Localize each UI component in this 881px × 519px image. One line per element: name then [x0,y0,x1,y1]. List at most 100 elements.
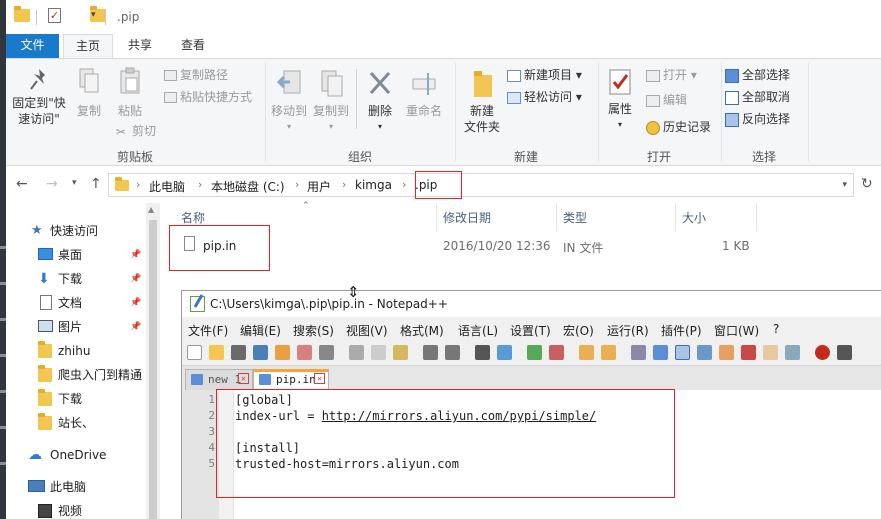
menu-view[interactable]: 视图(V) [346,322,388,339]
find-icon[interactable] [475,345,490,360]
select-all-button[interactable]: 全部选择 [725,66,790,84]
nav-item-webmaster[interactable]: 站长、 [6,411,146,435]
menu-plugins[interactable]: 插件(P) [661,322,702,339]
sync-horizontal-icon[interactable] [601,345,616,360]
code-editor[interactable]: 1 2 3 4 5 [global] index-url = http://mi… [182,390,881,519]
nav-item-documents[interactable]: 文档 📌 [6,291,146,315]
monitoring-icon[interactable] [785,345,800,360]
menu-file[interactable]: 文件(F) [188,322,228,339]
udl-icon[interactable] [697,345,712,360]
indent-guide-icon[interactable] [675,345,690,360]
customize-toolbar-dropdown[interactable]: ▾ [91,10,96,20]
pin-icon[interactable]: 📌 [130,291,141,315]
nav-item-videos[interactable]: 视频 [6,499,146,519]
recent-locations-chevron-icon[interactable]: ▾ [72,178,77,188]
tab-view[interactable]: 查看 [168,34,218,58]
new-file-icon[interactable] [187,345,202,360]
new-item-button[interactable]: 新建项目 ▾ [507,66,582,84]
breadcrumb-kimga[interactable]: kimga [355,178,392,192]
close-tab-icon[interactable]: ✕ [238,373,249,384]
paste-shortcut-button[interactable]: 粘贴快捷方式 [164,88,252,106]
zoom-in-icon[interactable] [527,345,542,360]
tab-home[interactable]: 主页 [63,34,113,58]
tab-file[interactable]: 文件 [6,34,59,58]
menu-search[interactable]: 搜索(S) [293,322,334,339]
breadcrumb-this-pc[interactable]: 此电脑 [149,178,185,195]
close-tab-icon[interactable]: ✕ [314,373,325,384]
save-icon[interactable] [231,345,246,360]
pin-icon[interactable]: 📌 [130,315,141,339]
copy-to-button[interactable]: 复制到 ▾ [312,67,350,135]
stop-macro-icon[interactable] [837,345,852,360]
paste-button[interactable]: 粘贴 [110,67,150,119]
tab-new-1[interactable]: new 1 ✕ [185,369,253,390]
nav-item-downloads[interactable]: ⬇ 下载 📌 [6,267,146,291]
breadcrumb-local-disk[interactable]: 本地磁盘 (C:) [211,178,285,195]
copy-icon[interactable] [371,345,386,360]
menu-edit[interactable]: 编辑(E) [240,322,281,339]
pin-to-quick-access-button[interactable]: 固定到"快 速访问" [8,67,70,127]
file-name[interactable]: pip.in [203,239,236,253]
menu-window[interactable]: 窗口(W) [714,322,759,339]
breadcrumb-users[interactable]: 用户 [307,178,331,195]
nav-item-pictures[interactable]: 图片 📌 [6,315,146,339]
tab-pip-in[interactable]: pip.in ✕ [253,369,329,390]
open-file-icon[interactable] [209,345,224,360]
show-all-chars-icon[interactable] [653,345,668,360]
sync-vertical-icon[interactable] [579,345,594,360]
undo-icon[interactable] [423,345,438,360]
menu-language[interactable]: 语言(L) [458,322,498,339]
new-folder-button[interactable]: 新建 文件夹 [457,67,507,135]
nav-item-downloads-folder[interactable]: 下载 [6,387,146,411]
cut-button[interactable]: ✂ 剪切 [116,122,156,141]
select-none-button[interactable]: 全部取消 [725,88,790,106]
tab-share[interactable]: 共享 [116,34,164,58]
move-to-button[interactable]: 移动到 ▾ [270,67,308,135]
history-button[interactable]: 历史记录 [646,118,711,136]
zoom-out-icon[interactable] [549,345,564,360]
address-bar[interactable]: › 此电脑 › 本地磁盘 (C:) › 用户 › kimga › .pip ▾ [108,173,854,197]
menu-macro[interactable]: 宏(O) [563,322,594,339]
column-header-type[interactable]: 类型 [563,209,587,226]
redo-icon[interactable] [445,345,460,360]
properties-button[interactable]: 属性 ▾ [600,67,640,133]
edit-button[interactable]: 编辑 [646,91,687,109]
cut-icon[interactable] [349,345,364,360]
paste-icon[interactable] [393,345,408,360]
nav-item-quick-access[interactable]: ★ 快速访问 [6,219,146,243]
rename-button[interactable]: 重命名 [402,67,446,119]
nav-item-desktop[interactable]: 桌面 📌 [6,243,146,267]
replace-icon[interactable] [497,345,512,360]
close-all-icon[interactable] [297,345,312,360]
up-arrow-icon[interactable]: ↑ [90,176,102,192]
back-arrow-icon[interactable]: ← [16,176,28,192]
delete-button[interactable]: 删除 ▾ [364,67,396,135]
refresh-icon[interactable]: ↻ [861,176,873,192]
invert-selection-button[interactable]: 反向选择 [725,110,790,128]
menu-help[interactable]: ? [773,322,779,336]
nav-item-crawler[interactable]: 爬虫入门到精通 [6,363,146,387]
mirror-url-link[interactable]: http://mirrors.aliyun.com/pypi/simple/ [322,409,597,423]
column-header-modified[interactable]: 修改日期 [443,209,491,226]
menu-format[interactable]: 格式(M) [400,322,444,339]
copy-path-button[interactable]: 复制路径 [164,66,228,84]
close-icon[interactable] [275,345,290,360]
nav-item-onedrive[interactable]: ☁ OneDrive [6,443,146,467]
record-macro-icon[interactable] [815,345,830,360]
open-button[interactable]: 打开 ▾ [646,66,697,84]
save-all-icon[interactable] [253,345,268,360]
copy-button[interactable]: 复制 [72,67,106,119]
forward-arrow-icon[interactable]: → [46,176,58,192]
easy-access-button[interactable]: 轻松访问 ▾ [507,88,582,106]
address-dropdown-icon[interactable]: ▾ [842,180,847,190]
pin-icon[interactable]: 📌 [130,243,141,267]
doc-map-icon[interactable] [719,345,734,360]
scroll-up-icon[interactable]: ▲ [148,205,154,214]
nav-item-this-pc[interactable]: 此电脑 [6,475,146,499]
column-header-size[interactable]: 大小 [682,209,706,226]
pin-icon[interactable]: 📌 [130,267,141,291]
nav-scrollbar-thumb[interactable] [149,220,157,519]
word-wrap-icon[interactable] [631,345,646,360]
nav-item-zhihu[interactable]: zhihu [6,339,146,363]
breadcrumb-pip[interactable]: .pip [415,178,437,192]
